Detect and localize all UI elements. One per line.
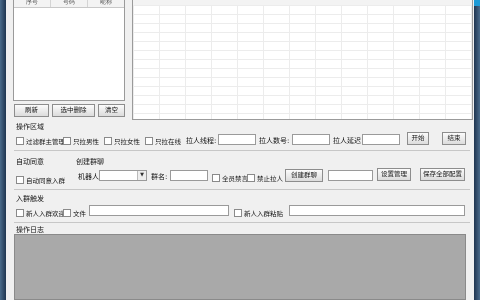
robot-dropdown[interactable]: ▼ bbox=[99, 170, 147, 181]
member-list-header: 序号 号码 昵称 bbox=[14, 0, 124, 8]
checkbox-label: 只拉男性 bbox=[73, 138, 99, 146]
paste-content-input[interactable] bbox=[289, 205, 465, 216]
admin-input[interactable] bbox=[328, 170, 373, 181]
checkbox-label: 自动同意入群 bbox=[26, 177, 65, 185]
pull-delay-input[interactable] bbox=[362, 134, 400, 145]
checkbox-label: 新人入群粘贴 bbox=[244, 210, 283, 218]
checkbox-box bbox=[16, 209, 24, 217]
mute-all-checkbox[interactable]: 全员禁言 bbox=[212, 173, 248, 183]
group-name-label: 群名: bbox=[151, 173, 168, 181]
checkbox-box bbox=[247, 174, 255, 182]
data-grid[interactable] bbox=[132, 0, 473, 120]
male-only-checkbox[interactable]: 只拉男性 bbox=[63, 136, 99, 146]
robot-label: 机器人: bbox=[78, 173, 102, 181]
member-list-table[interactable]: 序号 号码 昵称 bbox=[13, 0, 125, 101]
create-group-title: 创建群聊 bbox=[76, 158, 104, 166]
checkbox-label: 新人入群欢迎 bbox=[26, 210, 65, 218]
auto-accept-checkbox[interactable]: 自动同意入群 bbox=[16, 175, 65, 185]
file-path-input[interactable] bbox=[89, 205, 229, 216]
checkbox-box bbox=[212, 174, 220, 182]
pull-delay-label: 拉人延迟 bbox=[333, 137, 361, 145]
checkbox-box bbox=[145, 137, 153, 145]
clear-button[interactable]: 清空 bbox=[98, 104, 125, 117]
window-frame-right bbox=[474, 0, 480, 300]
save-all-config-button[interactable]: 保存全部配置 bbox=[420, 168, 465, 181]
create-group-button[interactable]: 创建群聊 bbox=[285, 169, 323, 182]
checkbox-box bbox=[16, 137, 24, 145]
checkbox-label: 文件 bbox=[73, 210, 86, 218]
checkbox-label: 禁止拉人 bbox=[257, 175, 283, 183]
checkbox-box bbox=[104, 137, 112, 145]
refresh-button[interactable]: 刷新 bbox=[14, 104, 49, 117]
checkbox-label: 只拉女性 bbox=[114, 138, 140, 146]
pull-thread-label: 拉人线程: bbox=[186, 137, 217, 145]
checkbox-label: 全员禁言 bbox=[222, 175, 248, 183]
operation-area-title: 操作区域 bbox=[16, 123, 44, 131]
newcomer-paste-checkbox[interactable]: 新人入群粘贴 bbox=[234, 208, 283, 218]
chevron-down-icon[interactable]: ▼ bbox=[137, 171, 146, 180]
operation-log-area[interactable] bbox=[14, 234, 466, 300]
set-admin-button[interactable]: 设置管理 bbox=[377, 168, 411, 181]
file-checkbox[interactable]: 文件 bbox=[63, 208, 86, 218]
window-frame-left bbox=[0, 0, 6, 300]
group-name-input[interactable] bbox=[170, 170, 208, 181]
column-header-number[interactable]: 号码 bbox=[51, 0, 88, 7]
section-divider bbox=[14, 222, 470, 223]
checkbox-label: 过滤群主管理 bbox=[26, 138, 65, 146]
start-button[interactable]: 开始 bbox=[407, 132, 429, 145]
checkbox-label: 只拉在线 bbox=[155, 138, 181, 146]
checkbox-box bbox=[63, 209, 71, 217]
delete-selected-button[interactable]: 选中删除 bbox=[52, 104, 95, 117]
column-header-index[interactable]: 序号 bbox=[14, 0, 51, 7]
section-divider bbox=[14, 189, 470, 190]
female-only-checkbox[interactable]: 只拉女性 bbox=[104, 136, 140, 146]
checkbox-box bbox=[234, 209, 242, 217]
stop-button[interactable]: 结束 bbox=[442, 132, 466, 145]
checkbox-box bbox=[63, 137, 71, 145]
auto-accept-title: 自动同意 bbox=[16, 158, 44, 166]
checkbox-box bbox=[16, 176, 24, 184]
welcome-newcomer-checkbox[interactable]: 新人入群欢迎 bbox=[16, 208, 65, 218]
pull-count-label: 拉人数号: bbox=[259, 137, 290, 145]
data-grid-lines bbox=[133, 5, 472, 119]
join-trigger-title: 入群触发 bbox=[16, 195, 44, 203]
online-only-checkbox[interactable]: 只拉在线 bbox=[145, 136, 181, 146]
column-header-nickname[interactable]: 昵称 bbox=[88, 0, 124, 7]
pull-thread-input[interactable] bbox=[218, 134, 256, 145]
pull-count-input[interactable] bbox=[292, 134, 330, 145]
section-divider bbox=[14, 150, 470, 151]
no-pull-checkbox[interactable]: 禁止拉人 bbox=[247, 173, 283, 183]
filter-owner-admin-checkbox[interactable]: 过滤群主管理 bbox=[16, 136, 65, 146]
